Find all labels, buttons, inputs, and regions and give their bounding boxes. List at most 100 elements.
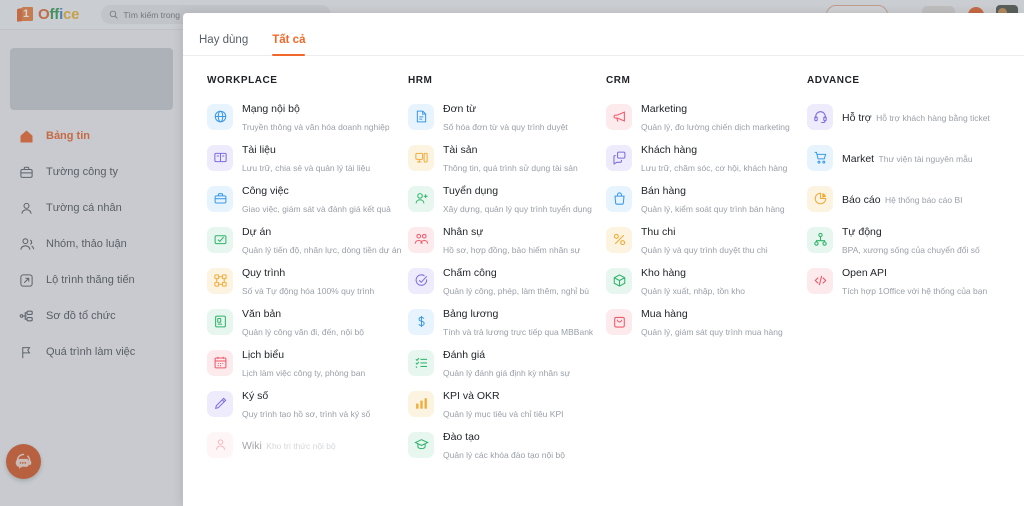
app-name: Nhân sự — [443, 225, 484, 238]
hierarchy-icon — [807, 226, 833, 253]
people-icon — [408, 226, 434, 253]
globe-icon — [207, 103, 233, 130]
app-desc: Quản lý xuất, nhập, tồn kho — [641, 285, 745, 296]
column-title: ADVANCE — [807, 75, 860, 86]
app-name: Đơn từ — [443, 102, 477, 115]
app-item-mua-hang[interactable]: Mua hàng Quản lý, giám sát quy trình mua… — [583, 301, 783, 342]
app-name: Tài liệu — [242, 143, 276, 156]
app-desc: Tích hợp 1Office với hệ thống của bạn — [842, 285, 988, 296]
app-item-tai-lieu[interactable]: Tài liệu Lưu trữ, chia sẻ và quản lý tài… — [183, 137, 383, 178]
app-desc: Xây dựng, quản lý quy trình tuyển dụng — [443, 203, 592, 214]
app-item-ky-so[interactable]: Ký số Quy trình tạo hồ sơ, trình và ký s… — [183, 383, 383, 424]
column-advance: ADVANCE Hỗ trợ Hỗ trợ khách hàng bằng ti… — [783, 75, 999, 465]
app-item-open-api[interactable]: Open API Tích hợp 1Office với hệ thống c… — [783, 260, 999, 301]
app-name: Open API — [842, 266, 887, 279]
percent-icon — [606, 226, 632, 253]
document-icon — [207, 308, 233, 335]
app-item-khach-hang[interactable]: Khách hàng Lưu trữ, chăm sóc, cơ hội, kh… — [583, 137, 787, 178]
pie-chart-icon — [807, 185, 833, 212]
app-name: Báo cáo — [842, 193, 881, 206]
app-name: Wiki — [242, 439, 262, 452]
app-desc: Lưu trữ, chăm sóc, cơ hội, khách hàng — [641, 162, 788, 173]
app-item-kho-hang[interactable]: Kho hàng Quản lý xuất, nhập, tồn kho — [583, 260, 783, 301]
app-item-ban-hang[interactable]: Bán hàng Quản lý, kiểm soát quy trình bá… — [583, 178, 785, 219]
app-item-wiki: Wiki Kho tri thức nội bộ — [183, 424, 383, 465]
calendar-icon — [207, 349, 233, 376]
app-item-mang-noi-bo[interactable]: Mạng nội bộ Truyền thông và văn hóa doan… — [183, 96, 390, 137]
app-name: Đánh giá — [443, 348, 486, 361]
app-item-van-ban[interactable]: Văn bản Quản lý công văn đi, đến, nội bộ — [183, 301, 383, 342]
app-desc: Thư viện tài nguyên mẫu — [878, 153, 973, 164]
app-desc: Quản lý, giám sát quy trình mua hàng — [641, 326, 783, 337]
tab-tat-ca[interactable]: Tất cả — [272, 34, 306, 56]
contacts-icon — [606, 144, 632, 171]
app-root: 1 Office Tìm kiếm trong Bảng tin Tường c… — [0, 0, 1024, 506]
app-name: Chấm công — [443, 266, 497, 279]
app-desc: Quản lý, kiểm soát quy trình bán hàng — [641, 203, 785, 214]
app-item-bao-cao[interactable]: Báo cáo Hệ thống báo cáo BI — [783, 178, 999, 219]
workflow-icon — [207, 267, 233, 294]
app-item-lich-bieu[interactable]: Lịch biểu Lịch làm việc công ty, phòng b… — [183, 342, 383, 383]
bag-icon — [606, 185, 632, 212]
app-name: Mạng nội bộ — [242, 102, 300, 115]
app-item-thu-chi[interactable]: Thu chi Quản lý và quy trình duyệt thu c… — [583, 219, 783, 260]
graduation-cap-icon — [408, 431, 434, 458]
box-icon — [606, 267, 632, 294]
app-item-bang-luong[interactable]: Bảng lương Tính và trả lương trực tiếp q… — [383, 301, 593, 342]
app-name: Khách hàng — [641, 143, 698, 156]
app-name: Lịch biểu — [242, 348, 285, 361]
app-name: Dự án — [242, 225, 272, 238]
app-item-quy-trinh[interactable]: Quy trình Số và Tự động hóa 100% quy trì… — [183, 260, 383, 301]
app-desc: Số hóa đơn từ và quy trình duyệt — [443, 121, 568, 132]
app-desc: Quản lý công, phép, làm thêm, nghỉ bù — [443, 285, 590, 296]
panel-tabs: Hay dùng Tất cả — [183, 13, 1024, 56]
app-name: Thu chi — [641, 225, 676, 238]
app-name: Quy trình — [242, 266, 286, 279]
app-item-don-tu[interactable]: Đơn từ Số hóa đơn từ và quy trình duyệt — [383, 96, 583, 137]
app-desc: Quản lý tiến độ, nhân lực, dòng tiền dự … — [242, 244, 402, 255]
app-desc: Quản lý, đo lường chiến dịch marketing — [641, 121, 790, 132]
app-item-kpi-va-okr[interactable]: KPI và OKR Quản lý mục tiêu và chỉ tiêu … — [383, 383, 583, 424]
app-item-du-an[interactable]: Dự án Quản lý tiến độ, nhân lực, dòng ti… — [183, 219, 401, 260]
check-circle-icon — [408, 267, 434, 294]
wiki-icon — [207, 431, 233, 458]
app-item-ho-tro[interactable]: Hỗ trợ Hỗ trợ khách hàng bằng ticket — [783, 96, 999, 137]
headset-icon — [807, 103, 833, 130]
book-icon — [207, 144, 233, 171]
app-item-cham-cong[interactable]: Chấm công Quản lý công, phép, làm thêm, … — [383, 260, 589, 301]
code-icon — [807, 267, 833, 294]
app-desc: Hỗ trợ khách hàng bằng ticket — [876, 112, 990, 123]
app-desc: Lưu trữ, chia sẻ và quản lý tài liệu — [242, 162, 371, 173]
tab-hay-dung[interactable]: Hay dùng — [199, 34, 248, 55]
column-hrm: HRM Đơn từ Số hóa đơn từ và quy trình du… — [383, 75, 593, 465]
column-title: HRM — [408, 75, 433, 86]
checklist-icon — [408, 349, 434, 376]
app-name: Ký số — [242, 389, 269, 402]
app-name: Văn bản — [242, 307, 282, 320]
app-item-nhan-su[interactable]: Nhân sự Hồ sơ, hợp đồng, bảo hiểm nhân s… — [383, 219, 583, 260]
app-item-tu-dong[interactable]: Tự động BPA, xương sống của chuyển đổi s… — [783, 219, 999, 260]
app-desc: Tính và trả lương trực tiếp qua MBBank — [443, 326, 594, 337]
app-item-danh-gia[interactable]: Đánh giá Quản lý đánh giá định kỳ nhân s… — [383, 342, 583, 383]
app-item-cong-viec[interactable]: Công việc Giao việc, giám sát và đánh gi… — [183, 178, 391, 219]
app-desc: Quản lý và quy trình duyệt thu chi — [641, 244, 768, 255]
app-desc: Hệ thống báo cáo BI — [884, 194, 963, 205]
shopping-bag-icon — [606, 308, 632, 335]
app-item-marketing[interactable]: Marketing Quản lý, đo lường chiến dịch m… — [583, 96, 790, 137]
bar-chart-icon — [408, 390, 434, 417]
user-plus-icon — [408, 185, 434, 212]
app-item-dao-tao[interactable]: Đào tạo Quản lý các khóa đào tạo nội bộ — [383, 424, 583, 465]
app-desc: Truyền thông và văn hóa doanh nghiệp — [242, 121, 390, 132]
app-desc: Quản lý công văn đi, đến, nội bộ — [242, 326, 364, 337]
app-desc: Quản lý đánh giá định kỳ nhân sự — [443, 367, 571, 378]
app-desc: Hồ sơ, hợp đồng, bảo hiểm nhân sự — [443, 244, 581, 255]
form-icon — [408, 103, 434, 130]
app-item-market[interactable]: Market Thư viện tài nguyên mẫu — [783, 137, 999, 178]
app-item-tai-san[interactable]: Tài sản Thông tin, quá trình sử dụng tài… — [383, 137, 583, 178]
app-desc: Kho tri thức nội bộ — [266, 440, 336, 451]
monitor-icon — [408, 144, 434, 171]
app-name: Hỗ trợ — [842, 111, 872, 124]
project-check-icon — [207, 226, 233, 253]
app-name: Công việc — [242, 184, 289, 197]
app-item-tuyen-dung[interactable]: Tuyển dụng Xây dựng, quản lý quy trình t… — [383, 178, 592, 219]
